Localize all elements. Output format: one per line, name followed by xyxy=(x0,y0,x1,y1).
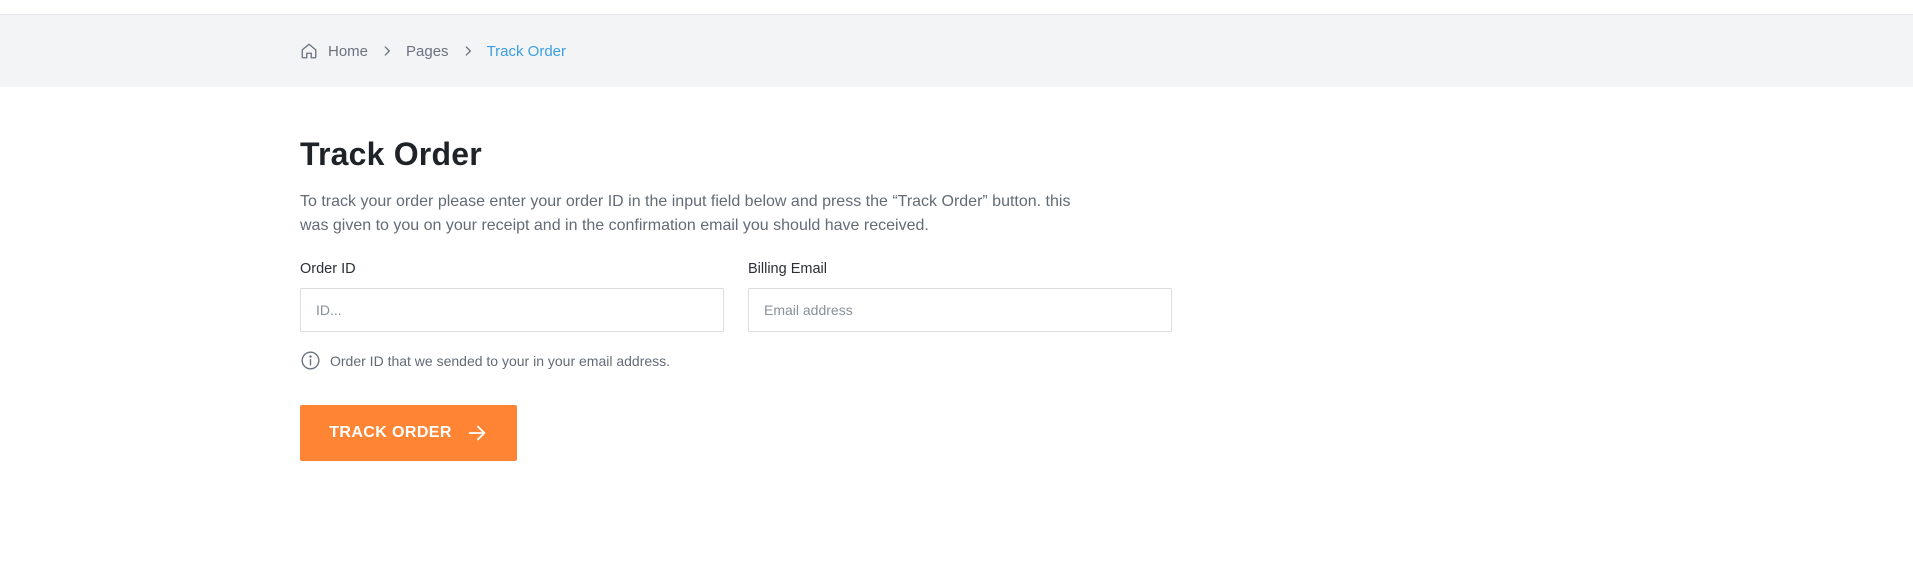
hint-text: Order ID that we sended to your in your … xyxy=(330,352,671,369)
home-icon[interactable] xyxy=(300,42,318,60)
track-order-section: Track Order To track your order please e… xyxy=(300,134,1180,461)
track-order-button-label: TRACK ORDER xyxy=(329,424,452,441)
track-order-button[interactable]: TRACK ORDER xyxy=(300,405,517,461)
page-description: To track your order please enter your or… xyxy=(300,193,1071,234)
chevron-right-icon xyxy=(461,44,475,58)
order-id-input[interactable] xyxy=(300,288,724,332)
billing-email-group: Billing Email xyxy=(748,260,1172,332)
breadcrumb-current: Track Order xyxy=(486,42,567,60)
page-title: Track Order xyxy=(300,136,482,172)
billing-email-label: Billing Email xyxy=(748,261,827,277)
info-icon xyxy=(300,350,321,371)
breadcrumb-bar: Home Pages Track Order xyxy=(0,15,1913,87)
billing-email-input[interactable] xyxy=(748,288,1172,332)
track-order-form: Order ID Billing Email xyxy=(300,260,1180,332)
order-id-label: Order ID xyxy=(300,261,356,277)
arrow-right-icon xyxy=(466,422,488,444)
breadcrumb: Home Pages Track Order xyxy=(300,15,566,87)
breadcrumb-home[interactable]: Home xyxy=(328,43,368,60)
order-id-group: Order ID xyxy=(300,260,724,332)
breadcrumb-pages[interactable]: Pages xyxy=(406,43,449,60)
chevron-right-icon xyxy=(380,44,394,58)
order-id-hint: Order ID that we sended to your in your … xyxy=(300,350,1180,371)
